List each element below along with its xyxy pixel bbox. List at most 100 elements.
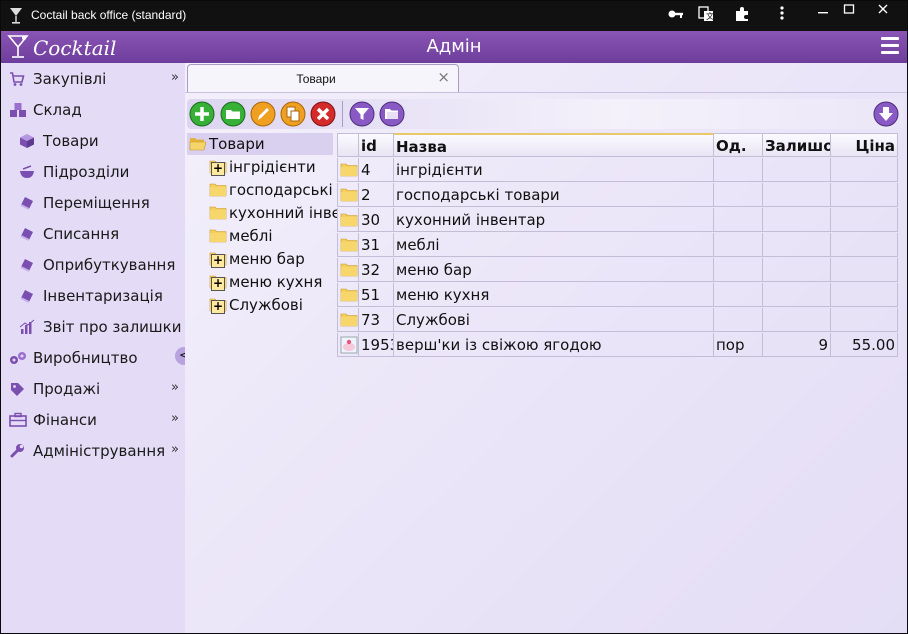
tree-node-label: меблі (229, 227, 273, 245)
copy-button[interactable] (280, 101, 306, 127)
cell-name: господарські товари (394, 183, 714, 207)
sidebar-item-12[interactable]: Адміністрування » (1, 436, 185, 467)
column-header[interactable]: Залишок (763, 133, 831, 157)
hamburger-menu-icon[interactable] (881, 37, 899, 55)
tree-node[interactable]: + інгрідієнти (207, 156, 337, 178)
tree-node[interactable]: + меню бар (207, 248, 337, 270)
folder-icon (337, 258, 359, 282)
tree-node-label: господарські т (229, 181, 337, 199)
sidebar-item-5[interactable]: Списання (1, 219, 185, 250)
cell-unit (714, 283, 763, 307)
tree-node-label: інгрідієнти (229, 158, 316, 176)
sidebar-item-label: Товари (43, 132, 99, 150)
cell-unit (714, 183, 763, 207)
cell-stock (763, 233, 831, 257)
cell-price (831, 233, 898, 257)
column-header[interactable]: Ціна (831, 133, 898, 157)
tab-tovary[interactable]: Товари × (187, 64, 459, 93)
tree-node[interactable]: кухонний інвен (207, 202, 337, 224)
sidebar-item-4[interactable]: Переміщення (1, 188, 185, 219)
table-row[interactable]: 32 меню бар (337, 258, 899, 283)
cell-id: 2 (359, 183, 394, 207)
tree-node-label: меню кухня (229, 273, 323, 291)
key-icon[interactable] (665, 6, 687, 26)
sidebar-item-label: Підрозділи (43, 163, 130, 181)
cell-stock (763, 208, 831, 232)
expand-plus-icon[interactable]: + (211, 277, 225, 291)
column-header[interactable] (337, 133, 359, 157)
content-area: Товари × Товари + інгрідієнти господарсь… (185, 63, 907, 633)
gears-icon (9, 350, 26, 366)
expand-plus-icon[interactable]: + (211, 162, 225, 176)
table-row[interactable]: 51 меню кухня (337, 283, 899, 308)
cell-stock (763, 258, 831, 282)
tab-close-icon[interactable]: × (437, 68, 450, 86)
edit-button[interactable] (250, 101, 276, 127)
tag-icon (9, 381, 25, 397)
add-folder-button[interactable] (220, 101, 246, 127)
sidebar-item-label: Закупівлі (33, 70, 107, 88)
column-header[interactable]: Од. (714, 133, 763, 157)
tree-node-root[interactable]: Товари (187, 133, 333, 155)
cell-stock (763, 308, 831, 332)
cell-id: 32 (359, 258, 394, 282)
toolbar (187, 99, 903, 129)
cube-icon (19, 133, 35, 149)
close-button[interactable] (867, 1, 899, 23)
tree-node[interactable]: господарські т (207, 179, 337, 201)
eraser-icon (19, 195, 35, 211)
expand-arrow-icon: » (171, 70, 179, 85)
add-button[interactable] (189, 101, 215, 127)
sidebar-item-6[interactable]: Оприбуткування (1, 250, 185, 281)
briefcase-icon (9, 412, 27, 428)
delete-button[interactable] (310, 101, 336, 127)
download-button[interactable] (873, 101, 899, 127)
table-row[interactable]: 4 інгрідієнти (337, 158, 899, 183)
more-vertical-icon[interactable] (771, 6, 793, 26)
cell-stock: 9 (763, 333, 831, 357)
column-header[interactable]: Назва (394, 133, 714, 157)
open-folder-button[interactable] (379, 101, 405, 127)
sidebar-item-3[interactable]: Підрозділи (1, 157, 185, 188)
expand-plus-icon[interactable]: + (211, 300, 225, 314)
cell-price (831, 158, 898, 182)
sidebar-item-label: Продажі (33, 380, 101, 398)
expand-plus-icon[interactable]: + (211, 254, 225, 268)
window-title: Coctail back office (standard) (31, 8, 187, 22)
table-row[interactable]: 31 меблі (337, 233, 899, 258)
tab-divider (185, 92, 907, 93)
tree-node[interactable]: + меню кухня (207, 271, 337, 293)
sidebar-item-label: Списання (43, 225, 120, 243)
eraser-icon (19, 226, 35, 242)
cell-unit (714, 258, 763, 282)
cell-unit: пор (714, 333, 763, 357)
table-row[interactable]: 73 Службові (337, 308, 899, 333)
tree-node[interactable]: + Службові (207, 294, 337, 316)
tree-node[interactable]: меблі (207, 225, 337, 247)
sidebar-item-1[interactable]: Склад (1, 95, 185, 126)
cell-unit (714, 208, 763, 232)
expand-arrow-icon: » (171, 380, 179, 395)
folder-icon (337, 208, 359, 232)
translate-icon[interactable]: 文 (695, 6, 717, 26)
extensions-icon[interactable] (731, 6, 753, 26)
sidebar-item-0[interactable]: Закупівлі » (1, 64, 185, 95)
sidebar-item-7[interactable]: Інвентаризація (1, 281, 185, 312)
sidebar-item-2[interactable]: Товари (1, 126, 185, 157)
eraser-icon (19, 288, 35, 304)
cell-price (831, 258, 898, 282)
wrench-icon (9, 443, 25, 459)
table-row[interactable]: 30 кухонний інвентар (337, 208, 899, 233)
sidebar-item-10[interactable]: Продажі » (1, 374, 185, 405)
sidebar-item-11[interactable]: Фінанси » (1, 405, 185, 436)
cell-id: 1953 (359, 333, 394, 357)
column-header[interactable]: id (359, 133, 394, 157)
sidebar-item-8[interactable]: Звіт про залишки (1, 312, 185, 343)
filter-button[interactable] (349, 101, 375, 127)
cell-stock (763, 183, 831, 207)
cell-name: меню кухня (394, 283, 714, 307)
table-row[interactable]: 1953верш'ки із свіжою ягодоюпор955.00 (337, 333, 899, 358)
sidebar-item-9[interactable]: Виробництво (1, 343, 185, 374)
table-row[interactable]: 2 господарські товари (337, 183, 899, 208)
maximize-button[interactable] (833, 1, 865, 23)
